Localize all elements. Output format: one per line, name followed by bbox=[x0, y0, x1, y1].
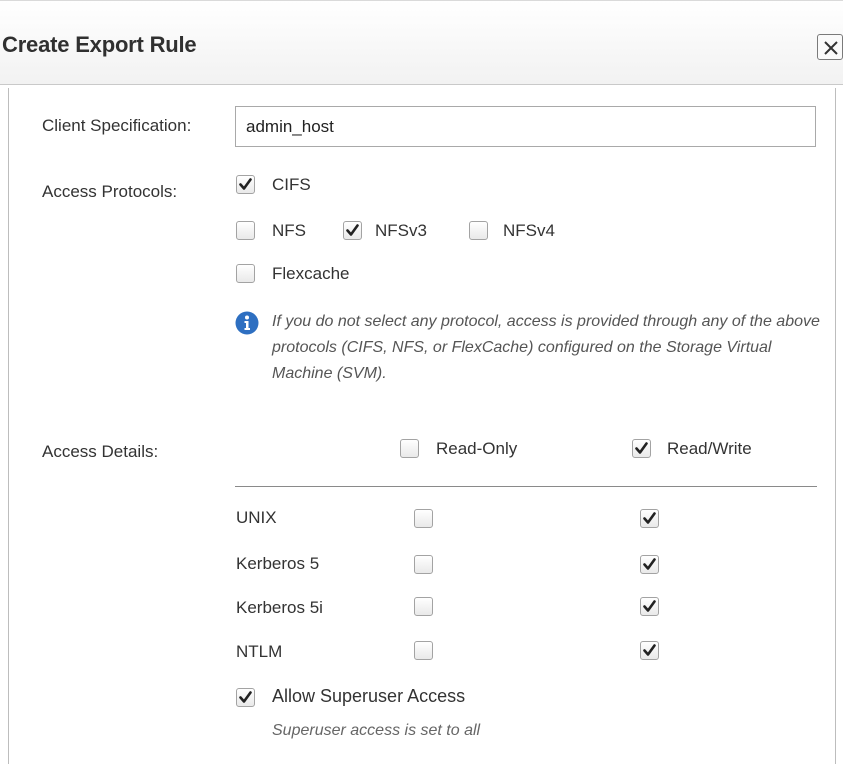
client-spec-label: Client Specification: bbox=[42, 116, 192, 135]
client-spec-input[interactable] bbox=[235, 106, 816, 147]
read-only-label: Read-Only bbox=[436, 439, 518, 458]
nfsv4-label: NFSv4 bbox=[503, 221, 555, 240]
access-protocols-label: Access Protocols: bbox=[42, 182, 178, 201]
read-write-checkbox[interactable] bbox=[632, 439, 651, 458]
read-only-checkbox[interactable] bbox=[400, 439, 419, 458]
cifs-checkbox[interactable] bbox=[236, 175, 255, 194]
unix-read-only-checkbox[interactable] bbox=[414, 509, 433, 528]
checkmark-icon bbox=[239, 691, 252, 703]
nfsv3-checkbox[interactable] bbox=[343, 221, 362, 240]
nfs-label: NFS bbox=[272, 221, 306, 240]
ntlm-read-only-checkbox[interactable] bbox=[414, 641, 433, 660]
checkmark-icon bbox=[643, 600, 656, 612]
ntlm-read-write-checkbox[interactable] bbox=[640, 641, 659, 660]
superuser-label: Allow Superuser Access bbox=[272, 686, 466, 706]
kerberos5-label: Kerberos 5 bbox=[236, 554, 320, 573]
checkmark-icon bbox=[643, 512, 656, 524]
info-icon bbox=[235, 311, 259, 335]
close-icon bbox=[824, 41, 838, 55]
flexcache-checkbox[interactable] bbox=[236, 264, 255, 283]
cifs-label: CIFS bbox=[272, 175, 311, 194]
unix-read-write-checkbox[interactable] bbox=[640, 509, 659, 528]
checkmark-icon bbox=[643, 558, 656, 570]
checkmark-icon bbox=[635, 442, 648, 454]
checkmark-icon bbox=[239, 178, 252, 190]
kerberos5i-read-write-checkbox[interactable] bbox=[640, 597, 659, 616]
close-button[interactable] bbox=[817, 34, 843, 60]
ntlm-label: NTLM bbox=[236, 642, 283, 661]
nfs-checkbox[interactable] bbox=[236, 221, 255, 240]
superuser-note: Superuser access is set to all bbox=[272, 722, 481, 739]
create-export-rule-dialog: Create Export Rule Client Specification:… bbox=[0, 0, 843, 764]
access-details-divider bbox=[235, 486, 817, 487]
unix-label: UNIX bbox=[236, 508, 277, 527]
kerberos5-read-write-checkbox[interactable] bbox=[640, 555, 659, 574]
kerberos5-read-only-checkbox[interactable] bbox=[414, 555, 433, 574]
superuser-checkbox[interactable] bbox=[236, 688, 255, 707]
dialog-titlebar: Create Export Rule bbox=[0, 0, 843, 85]
read-write-label: Read/Write bbox=[667, 439, 752, 458]
access-details-label: Access Details: bbox=[42, 442, 159, 461]
flexcache-label: Flexcache bbox=[272, 264, 350, 283]
kerberos5i-label: Kerberos 5i bbox=[236, 598, 323, 617]
nfsv3-label: NFSv3 bbox=[375, 221, 427, 240]
nfsv4-checkbox[interactable] bbox=[469, 221, 488, 240]
checkmark-icon bbox=[346, 224, 359, 236]
protocols-info-text: If you do not select any protocol, acces… bbox=[272, 313, 820, 382]
checkmark-icon bbox=[643, 644, 656, 656]
kerberos5i-read-only-checkbox[interactable] bbox=[414, 597, 433, 616]
dialog-title: Create Export Rule bbox=[2, 32, 197, 57]
